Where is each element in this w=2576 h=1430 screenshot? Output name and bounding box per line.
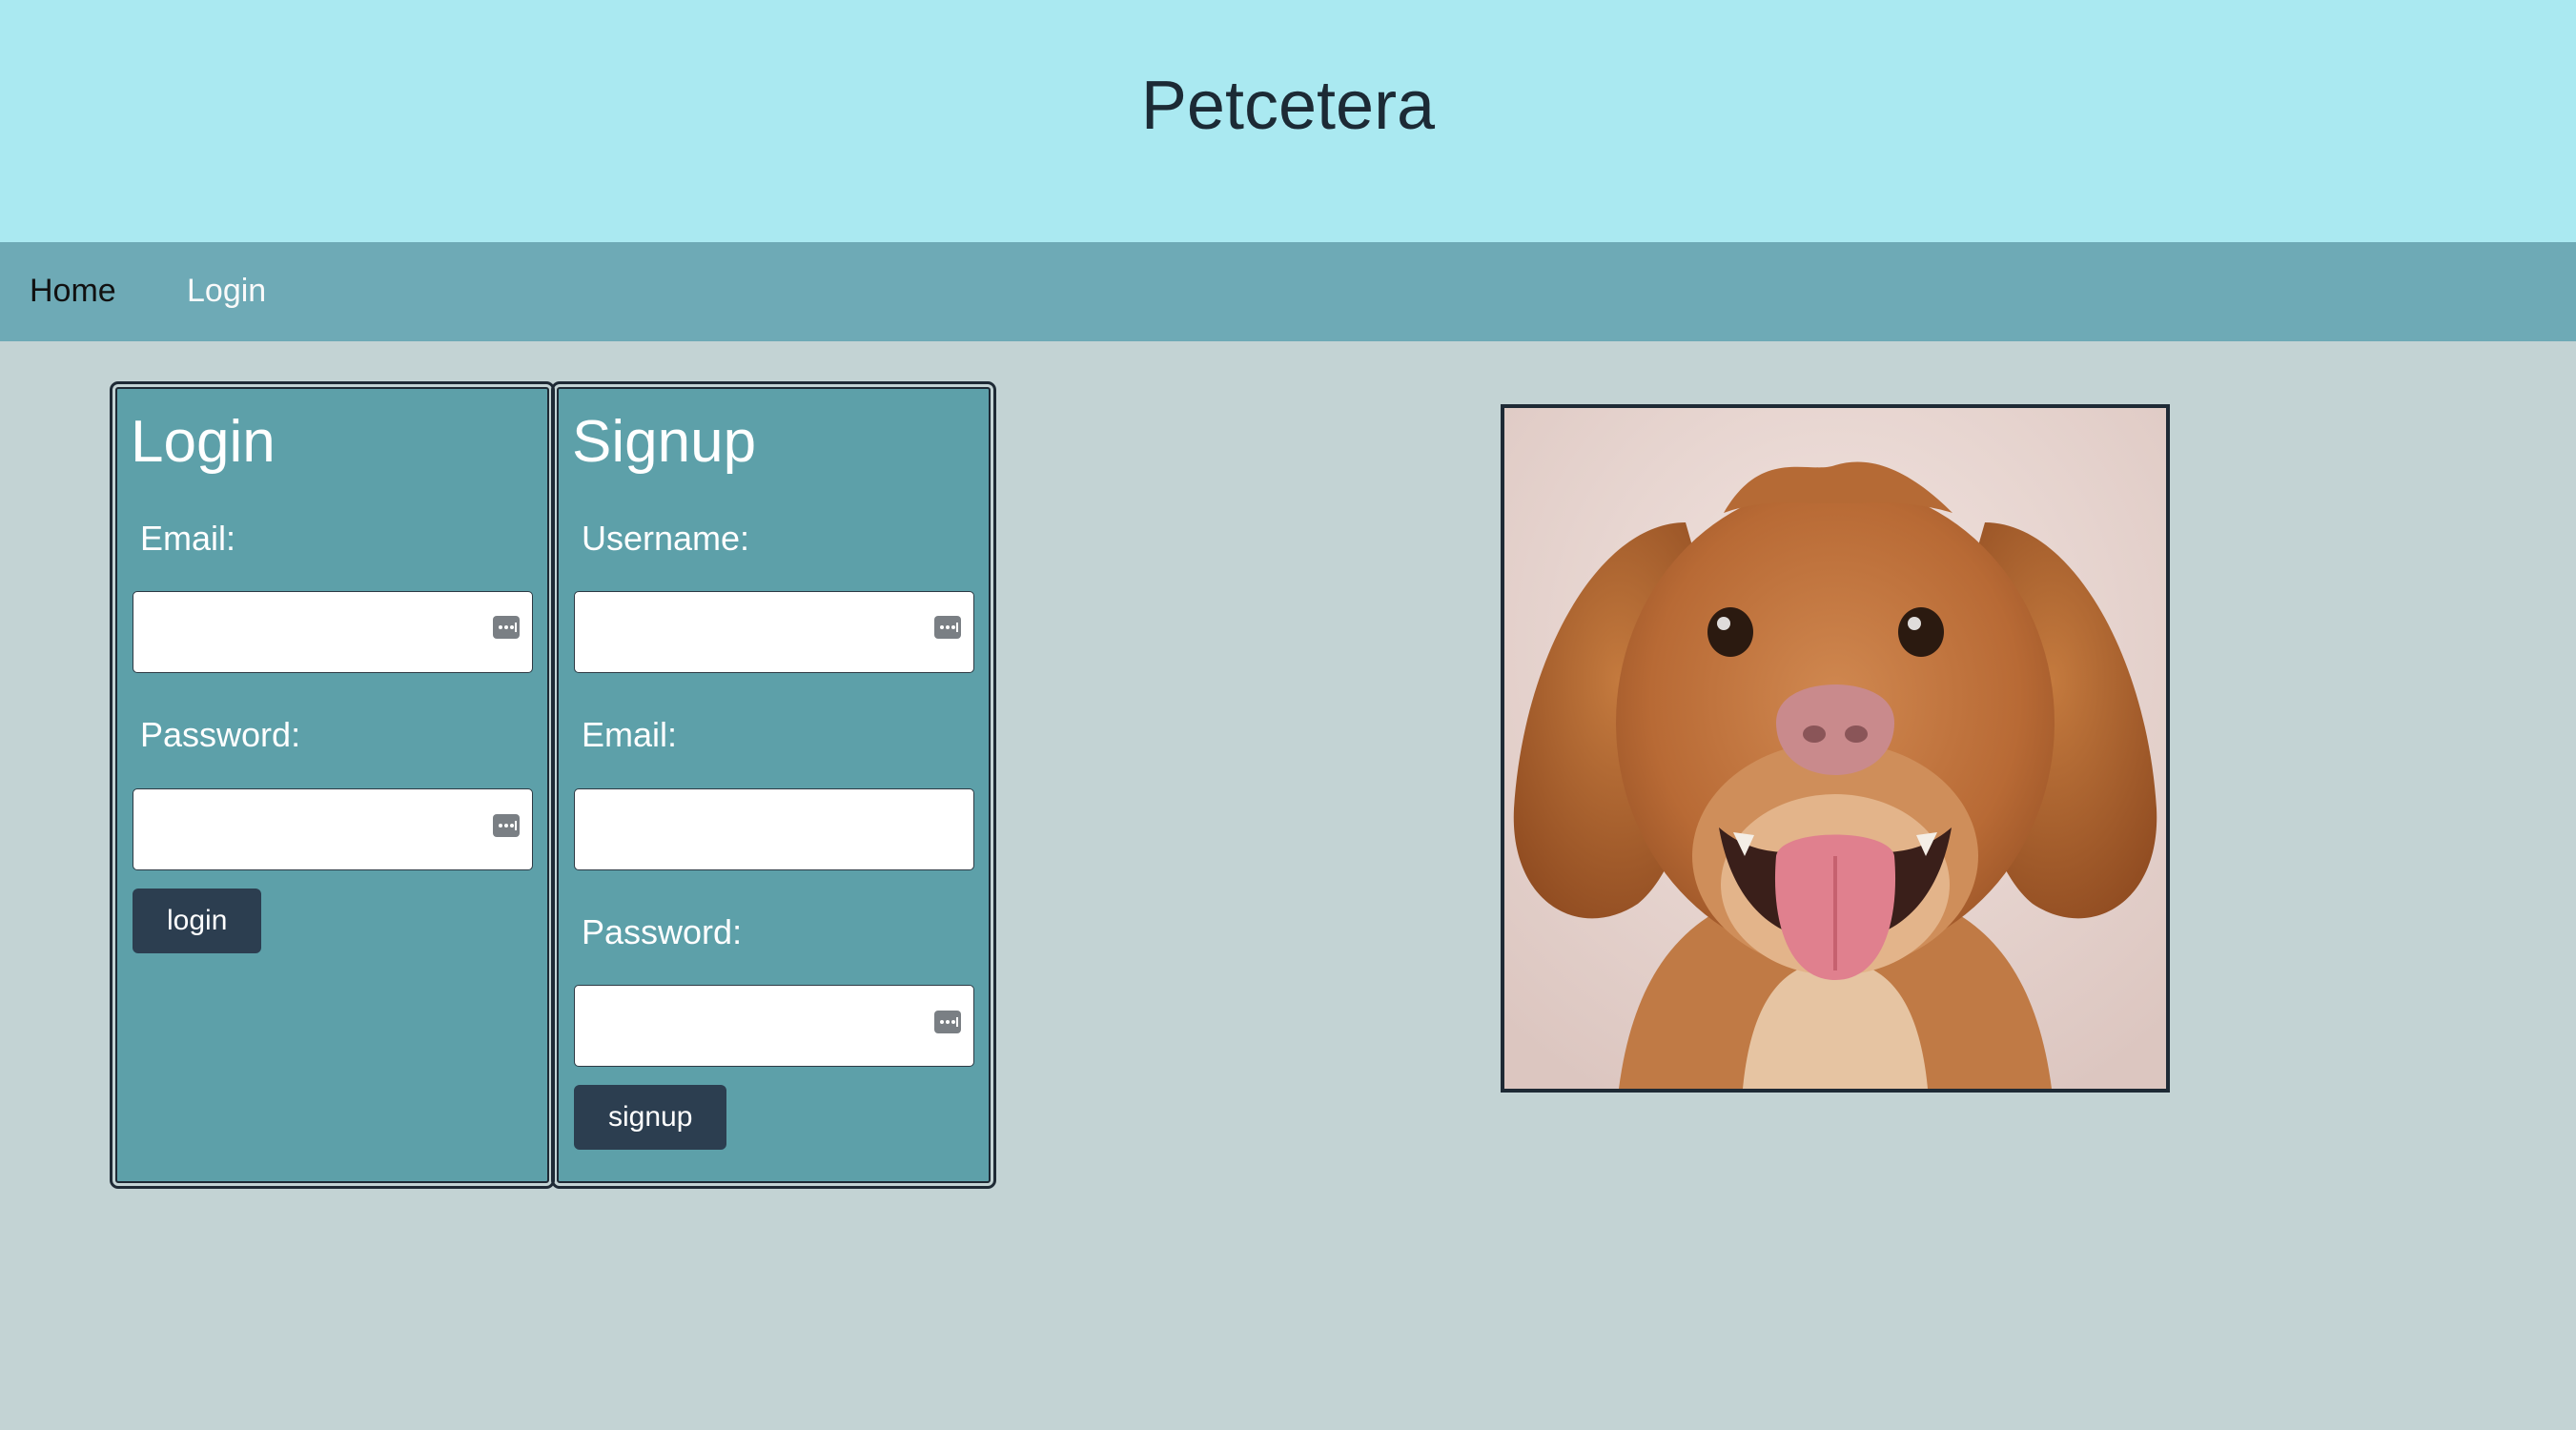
signup-button[interactable]: signup	[574, 1085, 727, 1150]
site-title: Petcetera	[1140, 68, 1436, 144]
login-title: Login	[131, 409, 276, 475]
nav-link-home[interactable]: Home	[30, 273, 116, 310]
login-email-input[interactable]	[133, 591, 533, 673]
signup-title: Signup	[572, 409, 757, 475]
password-manager-icon[interactable]	[934, 1011, 961, 1033]
login-password-label: Password:	[140, 715, 301, 754]
password-manager-icon[interactable]	[934, 616, 961, 639]
signup-email-label: Email:	[582, 715, 678, 754]
signup-username-label: Username:	[582, 519, 750, 558]
site-header: Petcetera	[0, 0, 2576, 242]
signup-password-input[interactable]	[574, 985, 974, 1067]
nav-bar	[0, 242, 2576, 341]
password-manager-icon[interactable]	[493, 814, 520, 837]
password-manager-icon[interactable]	[493, 616, 520, 639]
login-password-input[interactable]	[133, 788, 533, 870]
login-email-label: Email:	[140, 519, 236, 558]
dog-photo	[1501, 404, 2170, 1093]
dog-illustration	[1504, 408, 2166, 1089]
login-panel: Login Email: Password: login	[110, 381, 555, 1189]
signup-username-input[interactable]	[574, 591, 974, 673]
nav-link-login[interactable]: Login	[187, 273, 266, 310]
signup-password-label: Password:	[582, 912, 743, 951]
signup-email-input[interactable]	[574, 788, 974, 870]
login-button[interactable]: login	[133, 889, 262, 953]
signup-panel: Signup Username: Email: Password: signup	[551, 381, 996, 1189]
